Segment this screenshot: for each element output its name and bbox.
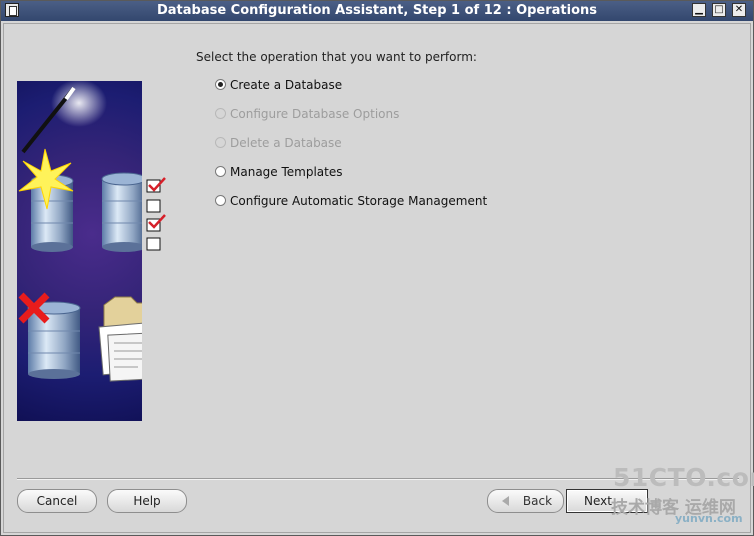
radio-button-selected[interactable]	[215, 79, 226, 90]
option-label: Configure Automatic Storage Management	[230, 194, 488, 208]
database-cylinder-checklist	[101, 172, 142, 252]
radio-button	[215, 137, 226, 148]
radio-button[interactable]	[215, 195, 226, 206]
window-title: Database Configuration Assistant, Step 1…	[156, 3, 598, 18]
watermark-brand: 51CTO.com	[613, 463, 754, 492]
option-label: Configure Database Options	[230, 107, 400, 121]
watermark-domain: yunvn.com	[675, 512, 743, 525]
option-label: Delete a Database	[230, 136, 342, 150]
close-button[interactable]: ✕	[732, 3, 746, 17]
folder-documents-icon	[98, 296, 142, 382]
dbca-window: Database Configuration Assistant, Step 1…	[0, 0, 754, 536]
cancel-button[interactable]: Cancel	[17, 489, 97, 513]
left-arrow-icon	[502, 496, 509, 506]
minimize-button[interactable]: ▁	[692, 3, 706, 17]
option-label: Create a Database	[230, 78, 343, 92]
maximize-button[interactable]: □	[712, 3, 726, 17]
checkbox-icon	[146, 199, 161, 213]
help-button[interactable]: Help	[107, 489, 187, 513]
checklist-overlay	[146, 177, 166, 251]
radio-button	[215, 108, 226, 119]
back-label: Back	[522, 494, 553, 508]
title-bar: Database Configuration Assistant, Step 1…	[1, 1, 753, 21]
back-button[interactable]: Back	[487, 489, 564, 513]
watermark: 51CTO.com 技术博客 运维网 yunvn.com	[609, 463, 754, 533]
operation-prompt: Select the operation that you want to pe…	[196, 50, 477, 64]
option-label: Manage Templates	[230, 165, 343, 179]
illustration-graphic	[18, 81, 142, 382]
database-operations-illustration	[17, 81, 142, 421]
checkbox-icon	[146, 237, 161, 251]
next-label: Next	[584, 494, 612, 508]
radio-button[interactable]	[215, 166, 226, 177]
